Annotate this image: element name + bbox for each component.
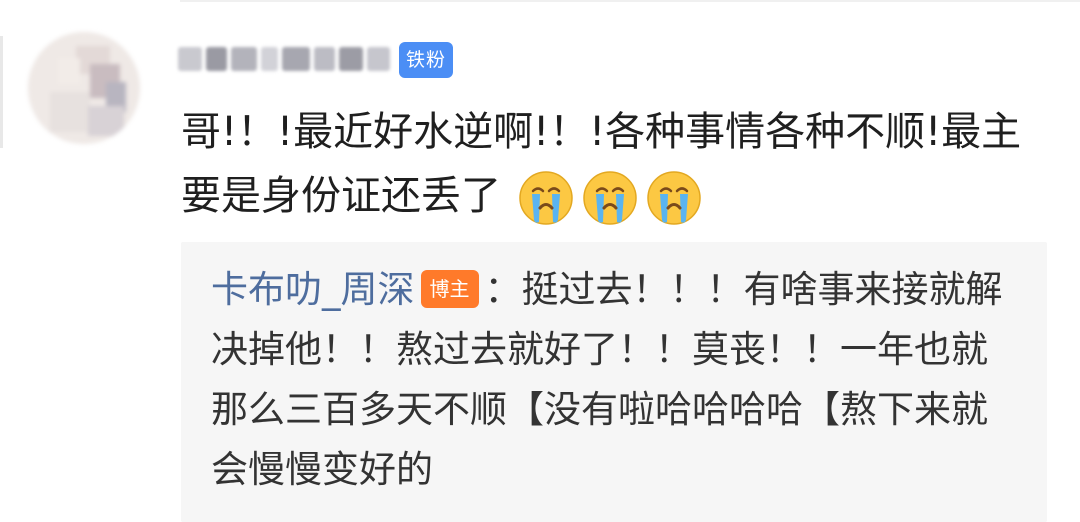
emoji-group: [518, 170, 702, 226]
comment-body: 哥!！!最近好水逆啊!！!各种事情各种不顺!最主要是身份证还丢了: [181, 100, 1061, 228]
reply-box[interactable]: 卡布叻_周深 博主 ：挺过去！！！有啥事来接就解决掉他！！熬过去就好了！！莫丧！！一…: [181, 242, 1047, 522]
fan-badge: 铁粉: [399, 42, 453, 78]
reply-body: 卡布叻_周深 博主 ：挺过去！！！有啥事来接就解决掉他！！熬过去就好了！！莫丧！！一…: [211, 260, 1011, 500]
top-divider: [180, 0, 1080, 2]
crying-face-icon: [582, 171, 637, 225]
comment-thread: 铁粉 哥!！!最近好水逆啊!！!各种事情各种不顺!最主要是身份证还丢了 卡布叻_…: [0, 0, 1080, 522]
reply-author-link[interactable]: 卡布叻_周深: [211, 268, 415, 311]
author-badge: 博主: [420, 270, 479, 308]
crying-face-icon: [646, 171, 701, 225]
avatar[interactable]: [28, 32, 140, 144]
crying-face-icon: [518, 171, 573, 225]
username-redacted[interactable]: [178, 40, 390, 78]
left-edge-divider: [0, 36, 3, 148]
